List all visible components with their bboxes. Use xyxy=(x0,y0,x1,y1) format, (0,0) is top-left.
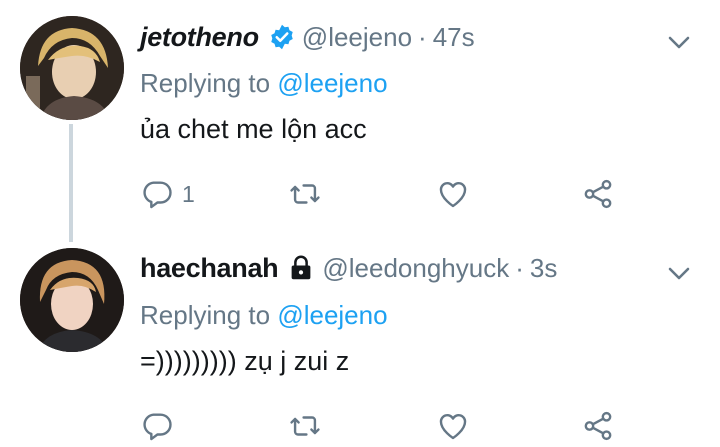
reply-icon xyxy=(143,413,172,441)
share-icon xyxy=(584,179,612,209)
lock-icon xyxy=(286,253,316,283)
replying-to: Replying to @leejeno xyxy=(140,68,388,99)
tweet-actions xyxy=(140,408,700,447)
reply-button[interactable]: 1 xyxy=(140,176,195,212)
display-name[interactable]: jetotheno xyxy=(140,22,259,53)
reply-count: 1 xyxy=(182,180,195,207)
separator-dot: · xyxy=(418,21,427,52)
tweet[interactable]: haechanah @leedonghyuck · 3s Replying to… xyxy=(0,236,720,447)
share-button[interactable] xyxy=(581,176,615,212)
display-name[interactable]: haechanah xyxy=(140,253,279,284)
avatar[interactable] xyxy=(20,16,124,120)
tweet-text: =))))))))) zụ j zui z xyxy=(140,346,350,376)
thread-line xyxy=(69,124,73,242)
tweet[interactable]: jetotheno @leejeno · 47s Replying to @le… xyxy=(0,0,720,242)
heart-icon xyxy=(439,182,467,208)
tweet-header: haechanah @leedonghyuck · 3s xyxy=(140,248,557,288)
share-icon xyxy=(584,411,612,441)
chevron-down-icon[interactable] xyxy=(664,27,694,57)
tweet-header: jetotheno @leejeno · 47s xyxy=(140,17,475,57)
heart-icon xyxy=(439,414,467,440)
like-button[interactable] xyxy=(436,408,470,444)
replying-to-label: Replying to xyxy=(140,68,271,98)
retweet-icon xyxy=(290,416,320,436)
share-button[interactable] xyxy=(581,408,615,444)
reply-icon xyxy=(143,181,172,209)
verified-badge-icon xyxy=(268,23,296,51)
like-button[interactable] xyxy=(436,176,470,212)
tweet-text: ủa chet me lộn acc xyxy=(140,114,367,144)
user-handle[interactable]: @leejeno xyxy=(302,22,412,53)
tweet-actions: 1 xyxy=(140,176,700,216)
avatar[interactable] xyxy=(20,248,124,352)
replying-to: Replying to @leejeno xyxy=(140,300,388,331)
separator-dot: · xyxy=(515,252,524,283)
chevron-down-icon[interactable] xyxy=(664,258,694,288)
retweet-icon xyxy=(290,184,320,204)
retweet-button[interactable] xyxy=(288,176,322,212)
mention-link[interactable]: @leejeno xyxy=(277,300,387,330)
reply-button[interactable] xyxy=(140,408,174,444)
timestamp[interactable]: 47s xyxy=(433,22,475,53)
mention-link[interactable]: @leejeno xyxy=(277,68,387,98)
replying-to-label: Replying to xyxy=(140,300,271,330)
timestamp[interactable]: 3s xyxy=(530,253,557,284)
retweet-button[interactable] xyxy=(288,408,322,444)
user-handle[interactable]: @leedonghyuck xyxy=(322,253,509,284)
